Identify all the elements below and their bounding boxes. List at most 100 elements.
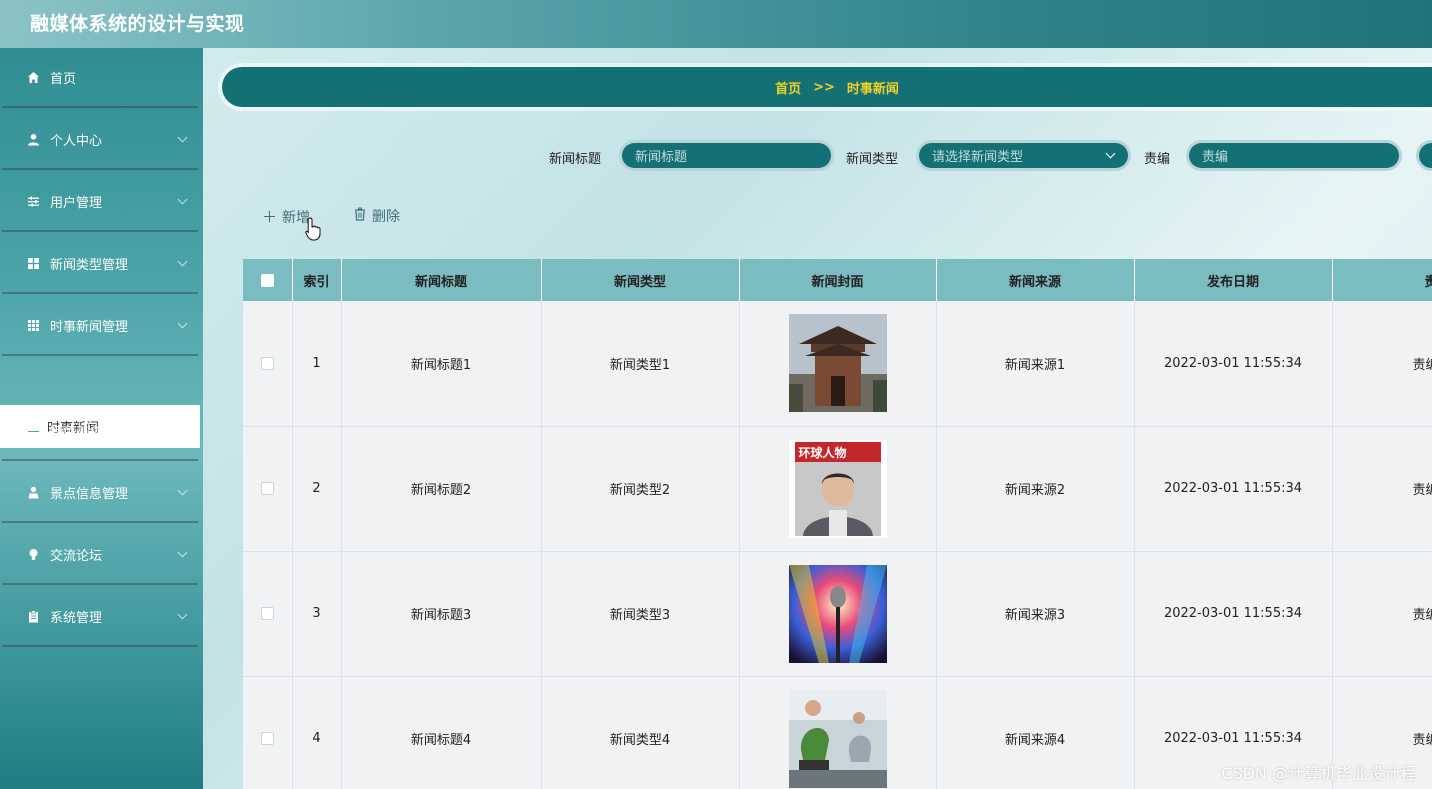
cell-index: 1 <box>292 301 342 426</box>
table-row: 1 新闻标题1 新闻类型1 新闻来源1 2022-03-01 11:55:34 … <box>243 301 1432 426</box>
watermark: CSDN @计算机毕业设计程 <box>1221 764 1416 783</box>
breadcrumb-home[interactable]: 首页 <box>775 78 801 97</box>
sidebar-item-label: 个人中心 <box>50 133 103 149</box>
trash-icon <box>353 207 367 225</box>
cell-title: 新闻标题1 <box>341 301 542 426</box>
news-cover-image[interactable] <box>788 314 887 413</box>
sidebar-item-profile[interactable]: 个人中心 <box>2 110 198 170</box>
sidebar-item-label: 时事新闻管理 <box>50 319 129 335</box>
cell-cover <box>739 676 937 789</box>
home-icon <box>26 70 40 84</box>
sidebar-item-label: 特色美食管理 <box>50 424 129 440</box>
sidebar-item-label: 用户管理 <box>50 195 103 211</box>
app-title: 融媒体系统的设计与实现 <box>30 13 245 35</box>
sidebar-item-news-type[interactable]: 新闻类型管理 <box>2 234 198 294</box>
search-editor-input[interactable]: 责编 <box>1186 140 1402 171</box>
delete-button[interactable]: 删除 <box>353 206 400 226</box>
search-submit-button[interactable] <box>1416 140 1432 171</box>
cover-title-text: 环球人物 <box>798 445 847 460</box>
cell-editor: 责编 <box>1332 551 1432 676</box>
pointer-cursor-icon <box>305 217 323 241</box>
cell-type: 新闻类型2 <box>541 426 740 551</box>
cell-title: 新闻标题3 <box>341 551 542 676</box>
table-row: 2 新闻标题2 新闻类型2 环球人物 新闻来源2 2022-03-01 11:5… <box>243 426 1432 551</box>
sidebar: 首页 个人中心 用户管理 新闻类型管理 时事新闻管理 时事新闻 特色美食管理 景… <box>0 48 203 789</box>
sidebar-item-system[interactable]: 系统管理 <box>2 587 198 647</box>
column-header-type: 新闻类型 <box>541 259 740 301</box>
column-header-index: 索引 <box>292 259 342 301</box>
chevron-down-icon <box>177 194 188 205</box>
breadcrumb-separator: >> <box>813 79 835 95</box>
news-table-container: 索引 新闻标题 新闻类型 新闻封面 新闻来源 发布日期 责 1 新闻标题1 新闻… <box>243 259 1432 789</box>
column-header-editor: 责 <box>1332 259 1432 301</box>
sidebar-item-label: 首页 <box>50 71 77 87</box>
sliders-icon <box>26 194 40 208</box>
chevron-down-icon <box>177 256 188 267</box>
sidebar-item-scenic[interactable]: 景点信息管理 <box>2 463 198 523</box>
add-button[interactable]: ＋ 新增 <box>262 206 310 227</box>
chevron-down-icon <box>177 132 188 143</box>
sidebar-item-users[interactable]: 用户管理 <box>2 172 198 232</box>
breadcrumb: 首页 >> 时事新闻 <box>222 67 1432 107</box>
sidebar-item-home[interactable]: 首页 <box>2 48 198 108</box>
delete-button-label: 删除 <box>372 209 400 225</box>
cell-type: 新闻类型3 <box>541 551 740 676</box>
table-row: 3 新闻标题3 新闻类型3 新闻来源3 2022-03-01 11:55:34 … <box>243 551 1432 676</box>
news-cover-image[interactable]: 环球人物 <box>788 439 887 538</box>
news-cover-image[interactable] <box>788 689 887 788</box>
column-header-date: 发布日期 <box>1134 259 1333 301</box>
select-all-checkbox[interactable] <box>260 273 274 287</box>
column-header-source: 新闻来源 <box>936 259 1135 301</box>
search-editor-placeholder: 责编 <box>1202 150 1229 165</box>
search-type-select[interactable]: 请选择新闻类型 <box>916 140 1131 171</box>
cell-source: 新闻来源4 <box>936 676 1135 789</box>
cell-title: 新闻标题4 <box>341 676 542 789</box>
sidebar-item-forum[interactable]: 交流论坛 <box>2 525 198 585</box>
sidebar-item-label: 系统管理 <box>50 610 103 626</box>
chevron-down-icon <box>177 423 188 434</box>
sidebar-item-food[interactable]: 特色美食管理 <box>2 401 198 461</box>
cell-index: 3 <box>292 551 342 676</box>
news-cover-image[interactable] <box>788 564 887 663</box>
clipboard-icon <box>26 609 40 623</box>
search-editor-label: 责编 <box>1144 152 1171 167</box>
cell-editor: 责编 <box>1332 301 1432 426</box>
grid-icon <box>26 256 40 270</box>
cell-index: 4 <box>292 676 342 789</box>
news-table: 索引 新闻标题 新闻类型 新闻封面 新闻来源 发布日期 责 1 新闻标题1 新闻… <box>243 259 1432 789</box>
cell-source: 新闻来源1 <box>936 301 1135 426</box>
search-title-label: 新闻标题 <box>549 152 602 167</box>
plus-icon: ＋ <box>262 208 278 226</box>
row-checkbox[interactable] <box>260 356 274 370</box>
cell-type: 新闻类型4 <box>541 676 740 789</box>
search-title-input[interactable]: 新闻标题 <box>619 140 834 171</box>
row-checkbox[interactable] <box>260 482 274 495</box>
row-checkbox[interactable] <box>260 732 274 745</box>
cell-source: 新闻来源3 <box>936 551 1135 676</box>
cell-cover <box>739 551 937 676</box>
briefcase-icon <box>26 423 40 437</box>
chevron-down-icon <box>177 485 188 496</box>
sidebar-item-label: 新闻类型管理 <box>50 257 129 273</box>
column-header-title: 新闻标题 <box>341 259 542 301</box>
select-all-checkbox-cell[interactable] <box>243 259 293 301</box>
apps-icon <box>26 318 40 332</box>
chevron-down-icon <box>177 609 188 620</box>
column-header-cover: 新闻封面 <box>739 259 937 301</box>
cell-cover <box>739 301 937 426</box>
search-title-placeholder: 新闻标题 <box>635 150 688 165</box>
cell-source: 新闻来源2 <box>936 426 1135 551</box>
cell-editor: 责编 <box>1332 426 1432 551</box>
table-header-row: 索引 新闻标题 新闻类型 新闻封面 新闻来源 发布日期 责 <box>243 259 1432 301</box>
cell-date: 2022-03-01 11:55:34 <box>1134 551 1333 676</box>
sidebar-item-label: 景点信息管理 <box>50 486 129 502</box>
cell-date: 2022-03-01 11:55:34 <box>1134 301 1333 426</box>
search-type-label: 新闻类型 <box>846 152 899 167</box>
cell-cover: 环球人物 <box>739 426 937 551</box>
row-checkbox[interactable] <box>260 607 274 620</box>
bulb-icon <box>26 547 40 561</box>
chevron-down-icon <box>177 547 188 558</box>
cell-title: 新闻标题2 <box>341 426 542 551</box>
top-header: 融媒体系统的设计与实现 <box>0 0 1432 48</box>
sidebar-item-current-news[interactable]: 时事新闻管理 <box>2 296 198 356</box>
